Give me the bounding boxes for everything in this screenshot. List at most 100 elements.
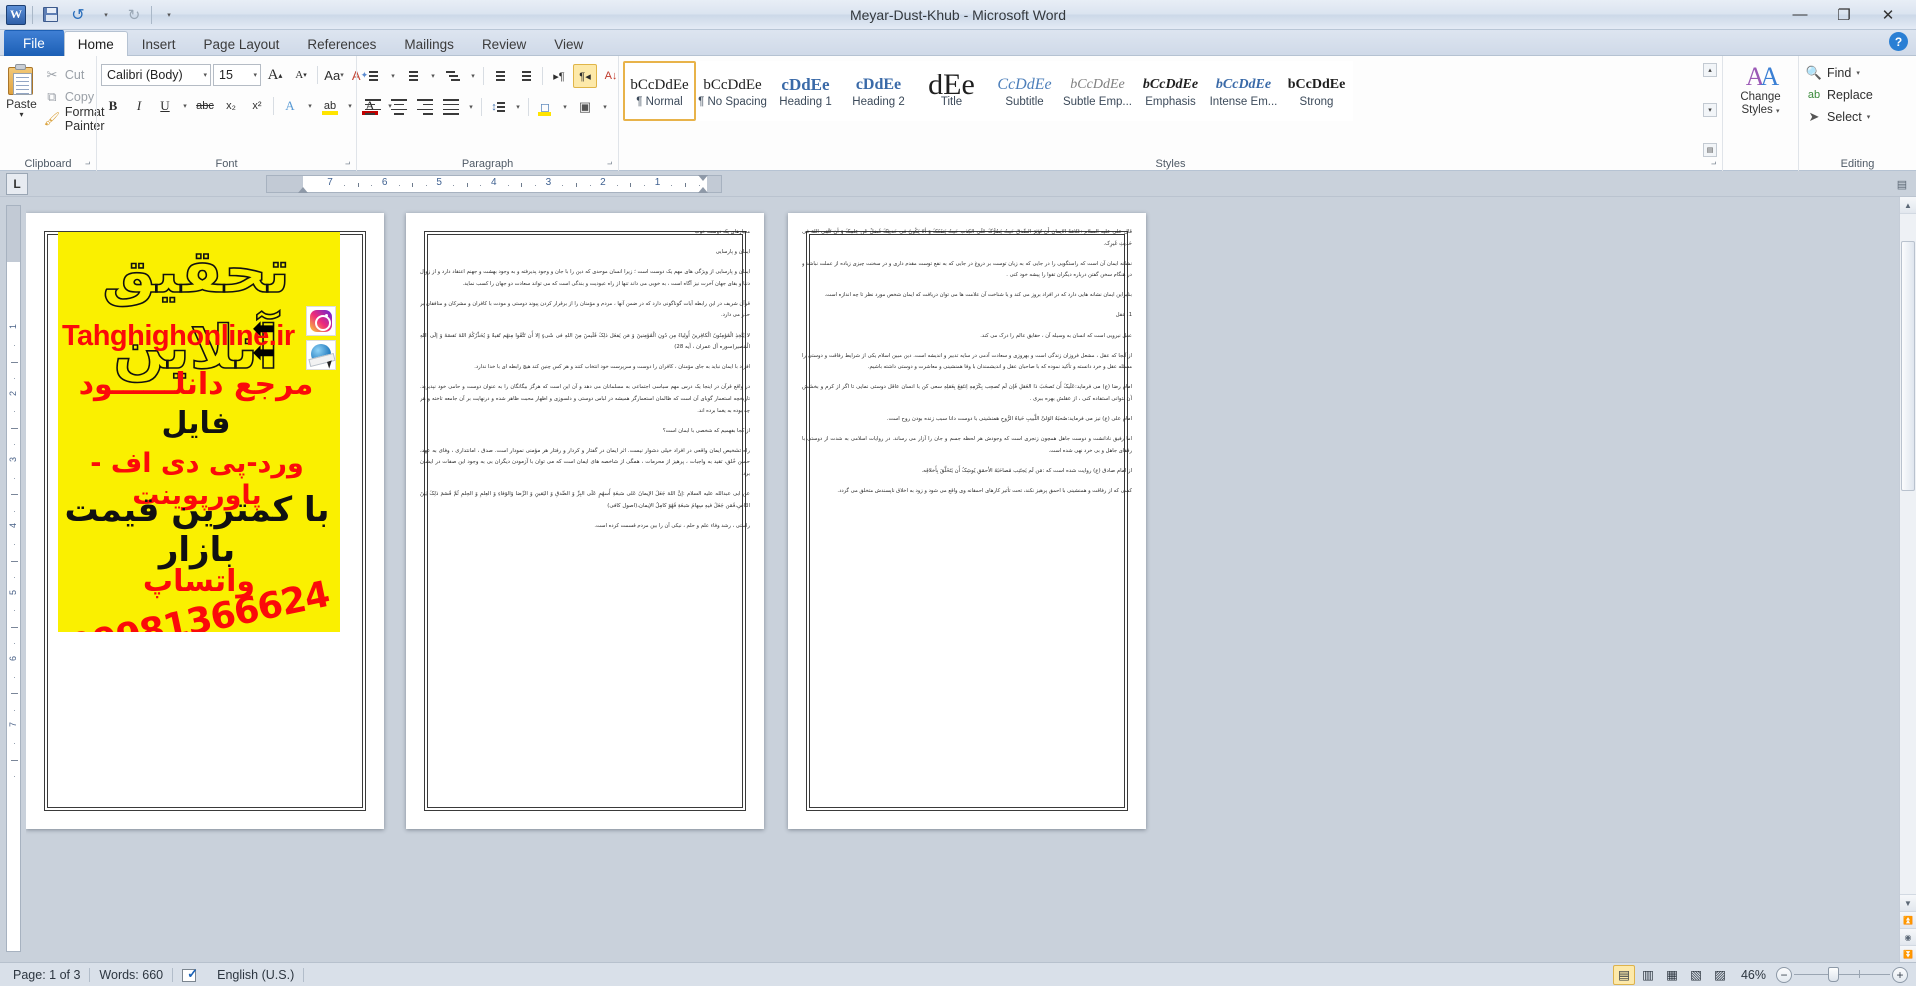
- bold-button[interactable]: B: [101, 94, 125, 118]
- restore-button[interactable]: ❐: [1822, 1, 1866, 29]
- underline-button[interactable]: U: [153, 94, 177, 118]
- shading-button[interactable]: ◻: [533, 95, 557, 119]
- page-2-text[interactable]: معیارهای یک دوست خوب ایمان و پارسایی ایمان…: [420, 227, 750, 819]
- style-item-heading-1[interactable]: cDdEe Heading 1: [769, 61, 842, 121]
- style-item-normal[interactable]: bCcDdEe ¶ Normal: [623, 61, 696, 121]
- borders-dropdown-icon[interactable]: ▾: [599, 95, 611, 119]
- highlight-color-button[interactable]: ab: [318, 94, 342, 118]
- save-button[interactable]: [39, 4, 61, 26]
- tab-references[interactable]: References: [293, 31, 390, 56]
- align-left-button[interactable]: [361, 95, 385, 119]
- previous-page-button[interactable]: ⏫: [1900, 911, 1916, 928]
- page-indicator[interactable]: Page: 1 of 3: [4, 965, 89, 985]
- help-icon[interactable]: ?: [1889, 32, 1908, 51]
- tab-home[interactable]: Home: [63, 31, 128, 56]
- minimize-button[interactable]: —: [1778, 1, 1822, 29]
- strikethrough-button[interactable]: abc: [193, 94, 217, 118]
- language-indicator[interactable]: English (U.S.): [208, 965, 303, 985]
- style-item-heading-2[interactable]: cDdEe Heading 2: [842, 61, 915, 121]
- change-styles-button[interactable]: AA Change Styles ▾: [1727, 59, 1794, 118]
- horizontal-ruler[interactable]: 7 6 5 4 3 2 1: [266, 175, 722, 193]
- styles-more-button[interactable]: ▤: [1703, 143, 1717, 157]
- replace-button[interactable]: ab Replace: [1803, 85, 1876, 105]
- grow-font-button[interactable]: A ▴: [263, 63, 287, 87]
- shrink-font-button[interactable]: A ▾: [289, 63, 313, 87]
- tab-page-layout[interactable]: Page Layout: [190, 31, 294, 56]
- zoom-in-button[interactable]: +: [1892, 966, 1908, 983]
- word-logo-icon[interactable]: W: [6, 4, 26, 25]
- change-case-button[interactable]: Aa ▾: [322, 63, 346, 87]
- scroll-thumb[interactable]: [1901, 241, 1915, 491]
- paste-dropdown-icon[interactable]: ▾: [19, 111, 23, 119]
- font-size-select[interactable]: 15 ▾: [213, 64, 261, 86]
- underline-dropdown-icon[interactable]: ▾: [179, 94, 191, 118]
- font-family-select[interactable]: Calibri (Body) ▾: [101, 64, 211, 86]
- style-item-title[interactable]: dEe Title: [915, 61, 988, 121]
- zoom-out-button[interactable]: −: [1776, 966, 1792, 983]
- style-item-emphasis[interactable]: bCcDdEe Emphasis: [1134, 61, 1207, 121]
- redo-button[interactable]: ↻: [123, 4, 145, 26]
- line-spacing-button[interactable]: ↕: [486, 95, 510, 119]
- word-count[interactable]: Words: 660: [90, 965, 172, 985]
- multilevel-dropdown-icon[interactable]: ▾: [467, 64, 479, 88]
- tab-review[interactable]: Review: [468, 31, 540, 56]
- document-page-1[interactable]: تحقیق آنلاین Tahghighonline.ir ⬅ ⬅ مرجع …: [26, 213, 384, 829]
- style-item-intense-em[interactable]: bCcDdEe Intense Em...: [1207, 61, 1280, 121]
- text-effects-dropdown-icon[interactable]: ▾: [304, 94, 316, 118]
- styles-scroll-down-button[interactable]: ▾: [1703, 103, 1717, 117]
- italic-button[interactable]: I: [127, 94, 151, 118]
- multilevel-list-button[interactable]: [441, 64, 465, 88]
- document-page-2[interactable]: معیارهای یک دوست خوب ایمان و پارسایی ایمان…: [406, 213, 764, 829]
- text-effects-button[interactable]: A: [278, 94, 302, 118]
- bullets-button[interactable]: [361, 64, 385, 88]
- tab-file[interactable]: File: [4, 30, 64, 56]
- scroll-up-button[interactable]: ▲: [1900, 197, 1916, 214]
- rtl-text-direction-button[interactable]: ¶◂: [573, 64, 597, 88]
- increase-indent-button[interactable]: [514, 64, 538, 88]
- numbering-button[interactable]: [401, 64, 425, 88]
- tab-mailings[interactable]: Mailings: [390, 31, 468, 56]
- select-browse-object-button[interactable]: ◉: [1900, 928, 1916, 945]
- page-3-text[interactable]: قال علی علیه السلام :عَلامَةُ الایمانِ أ…: [802, 227, 1132, 819]
- scroll-down-button[interactable]: ▼: [1900, 894, 1916, 911]
- vertical-scrollbar[interactable]: ▲ ▼ ⏫ ◉ ⏬: [1899, 197, 1916, 962]
- proofing-status-button[interactable]: [173, 965, 208, 985]
- zoom-level[interactable]: 46%: [1733, 968, 1774, 982]
- tab-view[interactable]: View: [540, 31, 597, 56]
- document-page-3[interactable]: قال علی علیه السلام :عَلامَةُ الایمانِ أ…: [788, 213, 1146, 829]
- customize-qat-icon[interactable]: ▾: [158, 4, 180, 26]
- view-full-screen-reading-button[interactable]: ▥: [1637, 965, 1659, 985]
- style-item-no-spacing[interactable]: bCcDdEe ¶ No Spacing: [696, 61, 769, 121]
- borders-button[interactable]: ▣: [573, 95, 597, 119]
- zoom-slider[interactable]: [1794, 967, 1890, 982]
- bullets-dropdown-icon[interactable]: ▾: [387, 64, 399, 88]
- justify-dropdown-icon[interactable]: ▾: [465, 95, 477, 119]
- left-indent-marker[interactable]: [298, 187, 308, 193]
- view-web-layout-button[interactable]: ▦: [1661, 965, 1683, 985]
- paste-button[interactable]: Paste ▾: [4, 61, 39, 129]
- subscript-button[interactable]: x₂: [219, 94, 243, 118]
- align-center-button[interactable]: [387, 95, 411, 119]
- style-item-strong[interactable]: bCcDdEe Strong: [1280, 61, 1353, 121]
- first-line-indent-marker[interactable]: [698, 187, 708, 193]
- justify-button[interactable]: [439, 95, 463, 119]
- ltr-text-direction-button[interactable]: ▸¶: [547, 64, 571, 88]
- pages-viewport[interactable]: تحقیق آنلاین Tahghighonline.ir ⬅ ⬅ مرجع …: [26, 197, 1899, 962]
- styles-dialog-launcher[interactable]: [1708, 158, 1719, 169]
- undo-button[interactable]: ↺: [67, 4, 89, 26]
- close-button[interactable]: ✕: [1866, 1, 1910, 29]
- font-dialog-launcher[interactable]: [342, 158, 353, 169]
- select-button[interactable]: ➤ Select ▾: [1803, 107, 1873, 127]
- decrease-indent-button[interactable]: [488, 64, 512, 88]
- shading-dropdown-icon[interactable]: ▾: [559, 95, 571, 119]
- tab-insert[interactable]: Insert: [128, 31, 190, 56]
- right-indent-marker[interactable]: [698, 175, 708, 181]
- style-item-subtitle[interactable]: CcDdEe Subtitle: [988, 61, 1061, 121]
- select-dropdown-icon[interactable]: ▾: [1867, 113, 1871, 121]
- zoom-slider-thumb[interactable]: [1828, 967, 1839, 982]
- view-ruler-toggle-icon[interactable]: ▤: [1894, 176, 1910, 192]
- styles-scroll-up-button[interactable]: ▴: [1703, 63, 1717, 77]
- highlight-dropdown-icon[interactable]: ▾: [344, 94, 356, 118]
- numbering-dropdown-icon[interactable]: ▾: [427, 64, 439, 88]
- advertisement-image[interactable]: تحقیق آنلاین Tahghighonline.ir ⬅ ⬅ مرجع …: [58, 232, 340, 632]
